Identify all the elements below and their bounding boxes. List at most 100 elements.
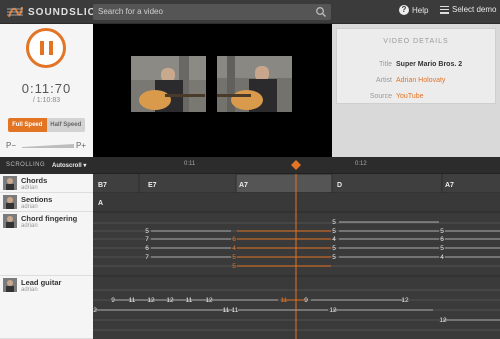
playhead-marker[interactable]	[291, 160, 301, 170]
fret-number: 7	[145, 236, 149, 243]
timeline-marker: 0:12	[355, 161, 367, 167]
fret-number: 12	[147, 297, 155, 304]
chord-label: A7	[445, 182, 454, 189]
select-demo-button[interactable]: Select demo	[440, 5, 496, 14]
fret-number: 7	[145, 254, 149, 261]
duration: / 1:10:83	[32, 97, 61, 104]
fret-number: 11	[223, 307, 230, 314]
search-placeholder: Search for a video	[98, 7, 163, 16]
detail-source-link[interactable]: YouTube	[396, 93, 424, 100]
fret-number: 9	[304, 297, 308, 304]
avatar	[3, 278, 17, 292]
video-player[interactable]	[93, 24, 332, 157]
select-demo-label: Select demo	[452, 5, 497, 14]
zoom-slider[interactable]	[22, 144, 74, 148]
track-author: adrian	[21, 204, 38, 210]
logo[interactable]: SOUNDSLICE	[6, 4, 104, 20]
chord-label: D	[337, 182, 342, 189]
menu-icon	[440, 5, 449, 14]
track-author: adrian	[21, 287, 38, 293]
timeline-marker: 0:11	[184, 161, 196, 167]
section-label: A	[98, 200, 103, 207]
avatar	[3, 195, 17, 209]
notation-area[interactable]: B7 E7 A7 D A7 A 5 7 6 7 5 5 4 5 5 6 5 4 …	[93, 174, 500, 339]
full-speed-button[interactable]: Full Speed	[8, 118, 47, 132]
video-details-panel: VIDEO DETAILS Title Super Mario Bros. 2 …	[332, 24, 500, 157]
half-speed-button[interactable]: Half Speed	[46, 118, 85, 132]
detail-title-value: Super Mario Bros. 2	[396, 61, 463, 68]
chord-label: B7	[98, 182, 107, 189]
fret-number: 6	[145, 245, 149, 252]
video-frame-right	[217, 56, 292, 112]
scrolling-label: SCROLLING	[6, 162, 46, 168]
fret-number-active: 4	[232, 245, 236, 252]
autoscroll-dropdown[interactable]: Autoscroll ▾	[52, 162, 86, 169]
video-frame-left	[131, 56, 206, 112]
scrolling-bar: SCROLLING Autoscroll ▾	[0, 157, 93, 174]
fret-number-active: 5	[232, 263, 236, 270]
track-author: adrian	[21, 185, 38, 191]
track-author: adrian	[21, 223, 38, 229]
zoom-out-icon[interactable]: P−	[6, 141, 16, 150]
detail-artist-label: Artist	[376, 77, 392, 84]
fret-number: 4	[332, 236, 336, 243]
fret-number: 11	[186, 297, 193, 304]
soundslice-logo-icon	[7, 6, 23, 18]
video-details-card: VIDEO DETAILS Title Super Mario Bros. 2 …	[336, 28, 496, 104]
fret-number: 12	[329, 307, 337, 314]
chord-label: E7	[148, 182, 157, 189]
player-controls: 0:11:70 / 1:10:83 Full Speed Half Speed …	[0, 24, 93, 157]
notation-svg: B7 E7 A7 D A7 A 5 7 6 7 5 5 4 5 5 6 5 4 …	[93, 174, 500, 339]
fret-number: 6	[440, 236, 444, 243]
avatar	[3, 176, 17, 190]
fret-number: 5	[440, 228, 444, 235]
top-bar: SOUNDSLICE Search for a video ? Help Sel…	[0, 0, 500, 24]
detail-source-label: Source	[369, 93, 392, 100]
current-time: 0:11:70	[21, 81, 72, 96]
fret-number: 5	[440, 245, 444, 252]
fret-number: 12	[205, 297, 213, 304]
search-icon[interactable]	[315, 6, 327, 18]
fret-number: 5	[145, 228, 149, 235]
fret-number: 11	[232, 307, 239, 314]
track-name: Chords	[21, 176, 48, 185]
fret-number: 5	[332, 254, 336, 261]
track-chords[interactable]: Chords adrian	[0, 174, 93, 193]
track-lead-guitar[interactable]: Lead guitar adrian	[0, 276, 93, 339]
zoom-control: P− P+	[6, 141, 86, 151]
track-chord-fingering[interactable]: Chord fingering adrian	[0, 212, 93, 276]
zoom-in-icon[interactable]: P+	[76, 141, 86, 150]
pause-icon	[40, 41, 44, 55]
fret-number: 9	[111, 297, 115, 304]
track-list: Chords adrian Sections adrian Chord fing…	[0, 174, 93, 339]
help-label: Help	[412, 5, 429, 15]
fret-number: 2	[93, 307, 97, 314]
search-input[interactable]: Search for a video	[93, 4, 331, 20]
fret-number-active: 6	[232, 236, 236, 243]
fret-number: 5	[332, 245, 336, 252]
video-details-heading: VIDEO DETAILS	[383, 38, 449, 45]
speed-toggle: Full Speed Half Speed	[8, 118, 85, 132]
fret-number: 5	[332, 219, 336, 226]
track-sections[interactable]: Sections adrian	[0, 193, 93, 212]
help-link[interactable]: ? Help	[399, 5, 428, 15]
pause-button[interactable]	[26, 28, 66, 68]
fret-number: 11	[129, 297, 136, 304]
question-icon: ?	[399, 5, 409, 15]
fret-number: 12	[166, 297, 174, 304]
track-name: Sections	[21, 195, 53, 204]
fret-number: 12	[439, 317, 447, 324]
fret-number: 12	[401, 297, 409, 304]
detail-artist-link[interactable]: Adrian Holovaty	[396, 77, 445, 84]
avatar	[3, 214, 17, 228]
fret-number-active: 5	[232, 254, 236, 261]
track-name: Lead guitar	[21, 278, 62, 287]
fret-number-active: 11	[281, 297, 288, 304]
pause-icon-bar	[49, 41, 53, 55]
fret-number: 5	[332, 228, 336, 235]
chord-label: A7	[239, 182, 248, 189]
track-name: Chord fingering	[21, 214, 78, 223]
fret-number: 4	[440, 254, 444, 261]
timeline-ruler[interactable]: 0:11 0:12	[93, 157, 500, 174]
detail-title-label: Title	[379, 61, 392, 68]
